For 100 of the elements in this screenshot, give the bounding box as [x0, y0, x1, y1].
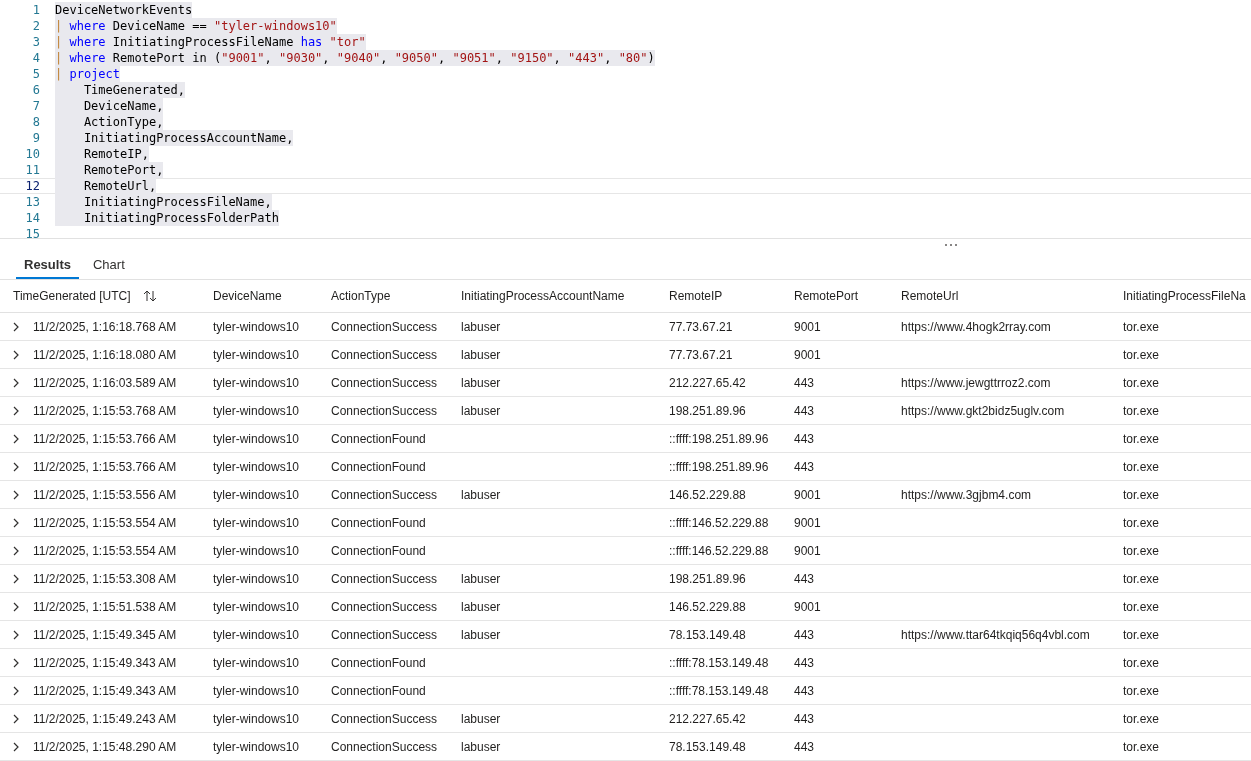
- table-cell: labuser: [461, 739, 501, 754]
- table-cell: 11/2/2025, 1:16:03.589 AM: [33, 375, 177, 390]
- table-cell: 198.251.89.96: [669, 571, 746, 586]
- sort-icon[interactable]: [142, 290, 157, 302]
- line-number: 1: [31, 3, 40, 17]
- column-header[interactable]: DeviceName: [200, 280, 318, 313]
- table-cell: tyler-windows10: [213, 599, 300, 614]
- table-cell: 11/2/2025, 1:15:53.554 AM: [33, 515, 177, 530]
- table-cell: ConnectionSuccess: [331, 403, 438, 418]
- expand-chevron-icon[interactable]: [13, 573, 19, 584]
- table-cell: 11/2/2025, 1:15:49.345 AM: [33, 627, 177, 642]
- table-cell: 443: [794, 375, 815, 390]
- table-cell: 11/2/2025, 1:16:18.768 AM: [33, 319, 177, 334]
- tab[interactable]: Results: [16, 251, 79, 279]
- line-number: 3: [31, 35, 40, 49]
- column-header[interactable]: InitiatingProcessAccountName: [448, 280, 656, 313]
- expand-chevron-icon[interactable]: [13, 461, 19, 472]
- table-cell: labuser: [461, 347, 501, 362]
- line-number: 6: [31, 83, 40, 97]
- table-cell: tyler-windows10: [213, 431, 300, 446]
- table-cell: 11/2/2025, 1:15:51.538 AM: [33, 599, 177, 614]
- table-cell: 11/2/2025, 1:15:53.768 AM: [33, 403, 177, 418]
- line-number: 5: [31, 67, 40, 81]
- table-cell: 11/2/2025, 1:15:53.766 AM: [33, 431, 177, 446]
- column-header[interactable]: RemoteIP: [656, 280, 781, 313]
- line-number: 7: [31, 99, 40, 113]
- table-cell: tor.exe: [1123, 431, 1160, 446]
- column-header[interactable]: RemotePort: [781, 280, 888, 313]
- table-cell: tyler-windows10: [213, 515, 300, 530]
- table-cell: 11/2/2025, 1:15:53.556 AM: [33, 487, 177, 502]
- table-cell: 11/2/2025, 1:15:53.554 AM: [33, 543, 177, 558]
- table-cell: labuser: [461, 403, 501, 418]
- table-cell: 9001: [794, 599, 821, 614]
- line-number: 12: [24, 179, 40, 193]
- table-cell: tyler-windows10: [213, 375, 300, 390]
- table-cell: labuser: [461, 627, 501, 642]
- table-cell: 77.73.67.21: [669, 319, 733, 334]
- table-cell: ::ffff:146.52.229.88: [669, 543, 769, 558]
- table-cell: 11/2/2025, 1:15:49.243 AM: [33, 711, 177, 726]
- table-cell: 212.227.65.42: [669, 375, 746, 390]
- table-cell: 443: [794, 571, 815, 586]
- expand-chevron-icon[interactable]: [13, 321, 19, 332]
- line-number: 8: [31, 115, 40, 129]
- table-cell: tyler-windows10: [213, 711, 300, 726]
- table-cell: 443: [794, 627, 815, 642]
- table-cell: tor.exe: [1123, 683, 1160, 698]
- table-cell: tyler-windows10: [213, 739, 300, 754]
- table-cell: labuser: [461, 375, 501, 390]
- expand-chevron-icon[interactable]: [13, 685, 19, 696]
- table-cell: ConnectionSuccess: [331, 627, 438, 642]
- table-cell: ConnectionFound: [331, 515, 426, 530]
- table-cell: tor.exe: [1123, 459, 1160, 474]
- line-number: 13: [24, 195, 40, 209]
- column-header[interactable]: TimeGenerated [UTC]: [0, 280, 200, 313]
- table-cell: tor.exe: [1123, 655, 1160, 670]
- table-cell: 443: [794, 683, 815, 698]
- table-cell: tor.exe: [1123, 543, 1160, 558]
- expand-chevron-icon[interactable]: [13, 489, 19, 500]
- table-cell: 11/2/2025, 1:15:53.766 AM: [33, 459, 177, 474]
- table-cell: ::ffff:198.251.89.96: [669, 459, 769, 474]
- expand-chevron-icon[interactable]: [13, 433, 19, 444]
- line-number: 11: [24, 163, 40, 177]
- table-cell: https://www.ttar64tkqiq56q4vbl.com: [901, 627, 1090, 642]
- table-cell: labuser: [461, 599, 501, 614]
- expand-chevron-icon[interactable]: [13, 629, 19, 640]
- table-cell: 78.153.149.48: [669, 739, 746, 754]
- column-header[interactable]: InitiatingProcessFileNa: [1110, 280, 1251, 313]
- table-cell: tor.exe: [1123, 571, 1160, 586]
- tab[interactable]: Chart: [84, 251, 133, 279]
- table-cell: 11/2/2025, 1:15:49.343 AM: [33, 683, 177, 698]
- line-number: 14: [24, 211, 40, 225]
- table-cell: tyler-windows10: [213, 487, 300, 502]
- expand-chevron-icon[interactable]: [13, 349, 19, 360]
- query-editor[interactable]: [0, 0, 1251, 240]
- table-cell: 9001: [794, 487, 821, 502]
- table-cell: tor.exe: [1123, 403, 1160, 418]
- column-header[interactable]: ActionType: [318, 280, 448, 313]
- expand-chevron-icon[interactable]: [13, 657, 19, 668]
- table-cell: 9001: [794, 515, 821, 530]
- expand-chevron-icon[interactable]: [13, 517, 19, 528]
- expand-chevron-icon[interactable]: [13, 377, 19, 388]
- table-cell: 78.153.149.48: [669, 627, 746, 642]
- table-cell: ConnectionFound: [331, 431, 426, 446]
- expand-chevron-icon[interactable]: [13, 713, 19, 724]
- expand-chevron-icon[interactable]: [13, 741, 19, 752]
- expand-chevron-icon[interactable]: [13, 601, 19, 612]
- expand-chevron-icon[interactable]: [13, 545, 19, 556]
- table-cell: 11/2/2025, 1:15:53.308 AM: [33, 571, 177, 586]
- expand-chevron-icon[interactable]: [13, 405, 19, 416]
- table-cell: tyler-windows10: [213, 571, 300, 586]
- table-cell: ConnectionSuccess: [331, 319, 438, 334]
- table-cell: labuser: [461, 319, 501, 334]
- table-cell: tyler-windows10: [213, 347, 300, 362]
- table-cell: ConnectionSuccess: [331, 739, 438, 754]
- table-cell: 443: [794, 711, 815, 726]
- drag-handle-icon[interactable]: [943, 243, 958, 248]
- table-cell: tyler-windows10: [213, 655, 300, 670]
- table-cell: ConnectionSuccess: [331, 375, 438, 390]
- column-header[interactable]: RemoteUrl: [888, 280, 1110, 313]
- table-cell: ConnectionSuccess: [331, 599, 438, 614]
